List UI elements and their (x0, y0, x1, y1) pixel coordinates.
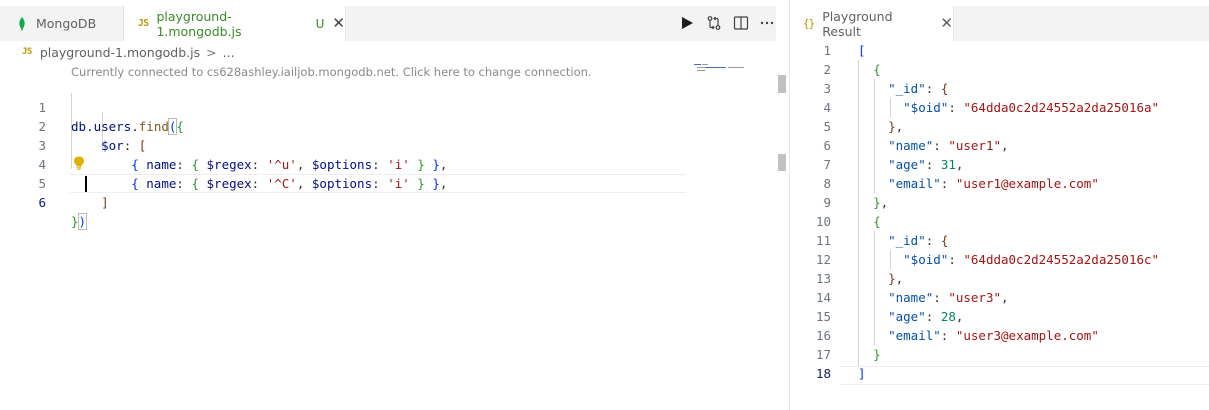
code-line: 4 { name: { $regex: '^C', $options: 'i' … (38, 157, 448, 191)
text-cursor (85, 176, 87, 192)
tab-playground-file[interactable]: JS playground-1.mongodb.js U ✕ (124, 6, 346, 41)
result-line: 7 "age": 31, (823, 157, 964, 172)
result-line-active: 18] (815, 366, 866, 381)
result-line: 8 "email": "user1@example.com" (823, 176, 1099, 191)
result-group: {} Playground Result ✕ 1[ 2 { 3 "_id": {… (790, 0, 1209, 410)
code-line-active: 6 }) (38, 195, 88, 230)
code-line: 1 db.users.find({ (38, 100, 184, 135)
js-file-icon: JS (138, 18, 149, 29)
minimap[interactable] (694, 63, 748, 75)
code-line: 5 ] (38, 176, 109, 210)
close-icon[interactable]: ✕ (332, 16, 345, 31)
untracked-badge: U (315, 16, 325, 31)
result-line: 13 }, (815, 271, 904, 286)
json-braces-icon: {} (803, 17, 815, 30)
tab-label: playground-1.mongodb.js (156, 8, 242, 39)
result-line: 6 "name": "user1", (823, 138, 1009, 153)
connection-codelens[interactable]: Currently connected to cs628ashley.iailj… (71, 65, 592, 79)
result-line: 11 "_id": { (815, 233, 949, 248)
result-line: 5 }, (823, 119, 904, 134)
result-line: 16 "email": "user3@example.com" (815, 328, 1099, 343)
compare-changes-icon[interactable] (706, 15, 722, 31)
js-file-icon: JS (22, 47, 32, 57)
result-line: 4 "$oid": "64dda0c2d24552a2da25016a" (823, 100, 1160, 115)
breadcrumb-file[interactable]: playground-1.mongodb.js (40, 45, 200, 60)
result-line: 1[ (823, 43, 866, 58)
mongodb-leaf-icon (19, 16, 25, 31)
result-line: 2 { (823, 62, 881, 77)
overview-ruler-marker[interactable] (778, 75, 786, 93)
lightbulb-icon[interactable] (73, 156, 85, 170)
breadcrumb: JS playground-1.mongodb.js > ... (0, 41, 776, 63)
result-tab-bar: {} Playground Result ✕ (790, 0, 1209, 41)
result-line: 10 { (815, 214, 881, 229)
result-line: 17 } (815, 347, 881, 362)
result-line: 14 "name": "user3", (815, 290, 1009, 305)
editor-tab-bar: MongoDB JS playground-1.mongodb.js U ✕ (0, 0, 776, 41)
run-icon[interactable] (679, 15, 695, 31)
tab-label: Playground Result (822, 8, 893, 39)
tab-label: MongoDB (36, 16, 97, 31)
result-line: 9 }, (823, 195, 889, 210)
result-line: 15 "age": 28, (815, 309, 964, 324)
close-icon[interactable]: ✕ (940, 16, 953, 31)
tab-mongodb[interactable]: MongoDB (0, 6, 124, 41)
tab-playground-result[interactable]: {} Playground Result ✕ (790, 6, 954, 41)
code-editor[interactable]: Currently connected to cs628ashley.iailj… (0, 63, 776, 410)
more-actions-icon[interactable] (759, 15, 775, 31)
chevron-right-icon: > (206, 44, 217, 60)
result-line: 12 "$oid": "64dda0c2d24552a2da25016c" (815, 252, 1160, 267)
overview-ruler-marker[interactable] (778, 154, 786, 171)
breadcrumb-more[interactable]: ... (223, 45, 235, 60)
result-line: 3 "_id": { (823, 81, 949, 96)
editor-group: MongoDB JS playground-1.mongodb.js U ✕ J… (0, 0, 786, 410)
split-editor-icon[interactable] (733, 15, 749, 31)
code-line: 3 { name: { $regex: '^u', $options: 'i' … (38, 138, 448, 172)
code-line: 2 $or: [ (38, 119, 147, 153)
